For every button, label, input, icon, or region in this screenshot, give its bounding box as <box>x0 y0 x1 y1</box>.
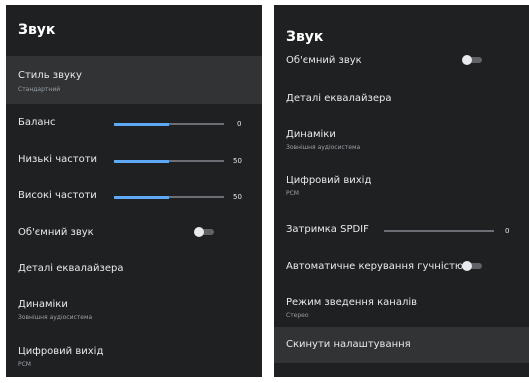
panel-title: Звук <box>286 29 324 45</box>
balance-slider[interactable] <box>114 122 224 126</box>
setting-label: Динаміки <box>18 299 68 310</box>
toggle-knob <box>462 55 472 65</box>
setting-label: Низькі частоти <box>18 154 98 165</box>
slider-value: 50 <box>233 193 242 201</box>
auto-volume-toggle[interactable] <box>462 261 482 271</box>
setting-sublabel: Стерео <box>286 312 309 319</box>
sound-settings-panel-right: Звук Об'ємний звук Деталі еквалайзера Ди… <box>274 5 529 377</box>
setting-label: Динаміки <box>286 129 336 140</box>
slider-value: 0 <box>505 227 510 235</box>
setting-surround[interactable]: Об'ємний звук <box>6 218 262 248</box>
setting-label: Автоматичне керування гучністю <box>286 261 464 272</box>
setting-bass[interactable]: Низькі частоти 50 <box>6 145 262 175</box>
setting-sublabel: Стандартний <box>18 86 61 93</box>
setting-sublabel: PCM <box>286 190 299 197</box>
surround-toggle[interactable] <box>462 55 482 65</box>
setting-label: Режим зведення каналів <box>286 297 418 308</box>
bass-slider[interactable] <box>114 159 224 163</box>
setting-label: Затримка SPDIF <box>286 224 369 235</box>
setting-label: Скинути налаштування <box>286 339 411 350</box>
setting-label: Баланс <box>18 117 56 128</box>
setting-label: Високі частоти <box>18 190 97 201</box>
setting-auto-volume[interactable]: Автоматичне керування гучністю <box>274 252 529 282</box>
spdif-delay-slider[interactable] <box>384 230 494 232</box>
setting-equalizer-details[interactable]: Деталі еквалайзера <box>274 84 529 114</box>
slider-value: 50 <box>233 157 242 165</box>
treble-slider[interactable] <box>114 195 224 199</box>
setting-sublabel: PCM <box>18 361 31 368</box>
setting-sublabel: Зовнішня аудіосистема <box>18 314 93 321</box>
setting-sublabel: Зовнішня аудіосистема <box>286 144 361 151</box>
setting-surround[interactable]: Об'ємний звук <box>274 54 529 76</box>
sound-settings-panel-left: Звук Стиль звуку Стандартний Баланс 0 Ни… <box>6 5 262 377</box>
setting-label: Об'ємний звук <box>286 55 362 66</box>
setting-digital-output[interactable]: Цифровий вихід PCM <box>274 166 529 204</box>
slider-value: 0 <box>237 120 242 128</box>
setting-speakers[interactable]: Динаміки Зовнішня аудіосистема <box>274 120 529 158</box>
surround-toggle[interactable] <box>194 227 214 237</box>
setting-balance[interactable]: Баланс 0 <box>6 108 262 138</box>
setting-label: Деталі еквалайзера <box>286 93 392 104</box>
scroll-clip: Об'ємний звук <box>274 54 529 80</box>
panel-title: Звук <box>18 22 56 38</box>
setting-downmix-mode[interactable]: Режим зведення каналів Стерео <box>274 288 529 326</box>
setting-label: Стиль звуку <box>18 70 82 81</box>
setting-speakers[interactable]: Динаміки Зовнішня аудіосистема <box>6 290 262 328</box>
setting-spdif-delay[interactable]: Затримка SPDIF 0 <box>274 215 529 245</box>
slider-fill <box>114 122 169 126</box>
setting-label: Цифровий вихід <box>286 175 372 186</box>
setting-treble[interactable]: Високі частоти 50 <box>6 181 262 211</box>
setting-sound-style[interactable]: Стиль звуку Стандартний <box>6 56 262 104</box>
toggle-knob <box>462 261 472 271</box>
toggle-knob <box>194 227 204 237</box>
setting-label: Цифровий вихід <box>18 346 104 357</box>
slider-fill <box>114 195 169 199</box>
setting-label: Деталі еквалайзера <box>18 263 124 274</box>
reset-settings-button[interactable]: Скинути налаштування <box>274 327 529 363</box>
slider-fill <box>114 159 169 163</box>
setting-equalizer-details[interactable]: Деталі еквалайзера <box>6 254 262 284</box>
setting-label: Об'ємний звук <box>18 227 94 238</box>
setting-digital-output[interactable]: Цифровий вихід PCM <box>6 337 262 375</box>
